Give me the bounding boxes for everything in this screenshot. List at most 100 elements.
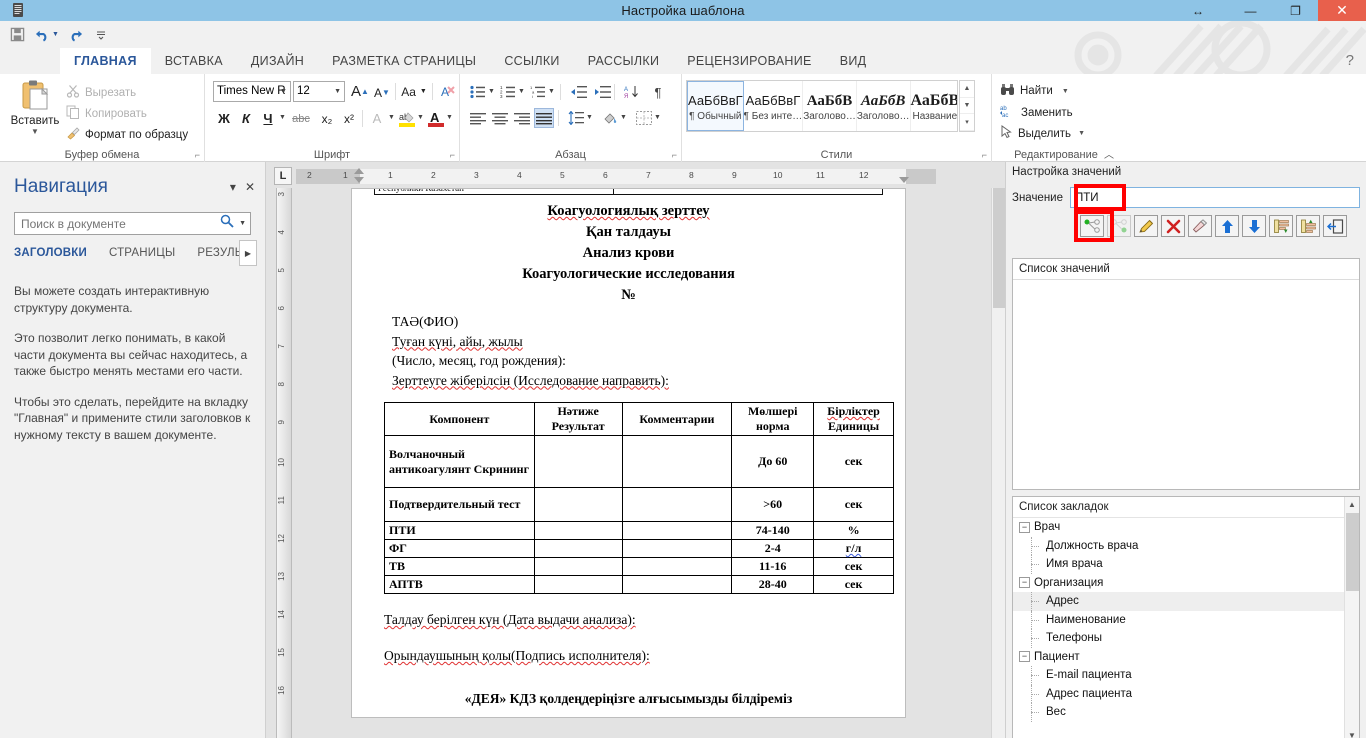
numbered-list-button[interactable]: 1 2 3	[498, 82, 518, 102]
subscript-button[interactable]: x₂	[317, 108, 337, 129]
cell-unit[interactable]: %	[813, 521, 894, 540]
tab-stop-selector[interactable]: L	[274, 167, 292, 185]
add-value-button[interactable]	[1080, 215, 1104, 237]
highlight-dropdown-icon[interactable]: ▼	[417, 114, 424, 121]
exit-button[interactable]	[1323, 215, 1347, 237]
cell-comment[interactable]	[621, 487, 733, 522]
line-spacing-button[interactable]	[566, 108, 586, 128]
styles-gallery[interactable]: АаБбВвГ ¶ Обычный АаБбВвГ ¶ Без инте… Аа…	[686, 80, 958, 132]
numbered-list-dropdown-icon[interactable]: ▼	[518, 88, 525, 95]
text-effects-dropdown-icon[interactable]: ▼	[388, 114, 395, 121]
resize-window-button[interactable]: ↔	[1168, 0, 1228, 21]
tab-dizayn[interactable]: ДИЗАЙН	[237, 48, 318, 74]
bookmark-row[interactable]: Наименование	[1013, 610, 1359, 630]
document-page[interactable]: Республики Казахстан Коагуологиялық зерт…	[351, 188, 906, 718]
scroll-down-icon[interactable]: ▼	[1345, 728, 1359, 738]
style-card[interactable]: АаБбВ Заголово…	[857, 81, 911, 131]
increase-indent-button[interactable]	[592, 82, 612, 102]
collapse-ribbon-icon[interactable]: ︿	[1104, 146, 1114, 161]
change-case-button[interactable]: Aa ▼	[401, 81, 427, 102]
cell-comment[interactable]	[621, 575, 733, 594]
search-options-dropdown-icon[interactable]: ▼	[239, 220, 246, 227]
cell-unit[interactable]: сек	[813, 487, 894, 522]
value-input[interactable]	[1070, 187, 1360, 208]
cell-unit[interactable]: г/л	[813, 539, 894, 558]
font-size-dropdown-icon[interactable]: ▼	[334, 88, 341, 95]
bookmark-row[interactable]: Должность врача	[1013, 536, 1359, 556]
underline-dropdown-icon[interactable]: ▼	[279, 114, 286, 121]
tab-vid[interactable]: ВИД	[826, 48, 881, 74]
tab-razmetka-stranicy[interactable]: РАЗМЕТКА СТРАНИЦЫ	[318, 48, 490, 74]
first-line-indent-marker[interactable]	[354, 168, 364, 174]
save-icon[interactable]	[6, 24, 29, 46]
cell-norm[interactable]: 2-4	[731, 539, 815, 558]
tab-glavnaya[interactable]: ГЛАВНАЯ	[60, 48, 151, 74]
strikethrough-button[interactable]: abc	[289, 108, 313, 129]
cut-button[interactable]: Вырезать	[66, 84, 136, 101]
text-effects-button[interactable]: A	[368, 108, 386, 129]
find-button[interactable]: Найти ▼	[1000, 83, 1069, 99]
export-list-button[interactable]	[1296, 215, 1320, 237]
superscript-button[interactable]: x²	[339, 108, 359, 129]
copy-button[interactable]: Копировать	[66, 105, 147, 122]
nav-tab-headings[interactable]: ЗАГОЛОВКИ	[14, 247, 98, 259]
bookmark-row[interactable]: Телефоны	[1013, 629, 1359, 648]
multilevel-list-dropdown-icon[interactable]: ▼	[548, 88, 555, 95]
right-indent-marker[interactable]	[899, 177, 909, 183]
clipboard-dialog-launcher-icon[interactable]: ⌐	[195, 150, 200, 160]
tab-vstavka[interactable]: ВСТАВКА	[151, 48, 237, 74]
font-dialog-launcher-icon[interactable]: ⌐	[450, 150, 455, 160]
bookmark-row[interactable]: Вес	[1013, 703, 1359, 722]
underline-button[interactable]: Ч	[259, 108, 277, 129]
delete-value-button[interactable]	[1161, 215, 1185, 237]
cell-result[interactable]	[533, 521, 623, 540]
clear-value-button[interactable]	[1188, 215, 1212, 237]
paragraph-dialog-launcher-icon[interactable]: ⌐	[672, 150, 677, 160]
search-icon[interactable]	[220, 214, 234, 233]
replace-button[interactable]: ab ac Заменить	[1000, 104, 1073, 121]
bookmarks-box[interactable]: Список закладок − Врач Должность врача И…	[1012, 496, 1360, 738]
undo-icon[interactable]	[31, 24, 54, 46]
styles-scroll-up-icon[interactable]: ▲	[960, 81, 974, 98]
customize-qat-icon[interactable]	[89, 24, 112, 46]
bookmark-group-row[interactable]: − Организация	[1013, 574, 1359, 593]
nav-tabs-scroll-right-icon[interactable]: ▶	[239, 240, 257, 266]
move-up-button[interactable]	[1215, 215, 1239, 237]
paste-dropdown-icon[interactable]: ▼	[8, 127, 62, 136]
cell-unit[interactable]: сек	[813, 575, 894, 594]
cell-component[interactable]: ФГ	[384, 539, 535, 558]
styles-scroll-buttons[interactable]: ▲ ▼ ▾	[959, 80, 975, 132]
cell-result[interactable]	[533, 435, 623, 488]
grow-font-button[interactable]: A ▲	[351, 81, 369, 102]
vertical-ruler[interactable]: 3 4 5 6 7 8 9 10 11 12 13 14 15 16	[276, 188, 292, 738]
bookmark-group-row[interactable]: − Пациент	[1013, 648, 1359, 667]
document-vertical-scrollbar[interactable]	[991, 188, 1005, 738]
bookmark-row[interactable]: Адрес	[1013, 592, 1359, 611]
cell-result[interactable]	[533, 487, 623, 522]
borders-dropdown-icon[interactable]: ▼	[654, 114, 661, 121]
tab-rassylki[interactable]: РАССЫЛКИ	[574, 48, 674, 74]
borders-button[interactable]	[634, 108, 654, 128]
help-icon[interactable]: ?	[1346, 52, 1354, 69]
cell-component[interactable]: АПТВ	[384, 575, 535, 594]
find-dropdown-icon[interactable]: ▼	[1062, 88, 1069, 95]
style-card[interactable]: АаБбВ Заголово…	[803, 81, 857, 131]
move-down-button[interactable]	[1242, 215, 1266, 237]
cell-comment[interactable]	[621, 521, 733, 540]
font-size-combobox[interactable]: 12 ▼	[293, 81, 345, 102]
font-name-combobox[interactable]: Times New R ▼	[213, 81, 291, 102]
styles-scroll-down-icon[interactable]: ▼	[960, 98, 974, 115]
search-input-wrapper[interactable]: ▼	[14, 212, 251, 235]
hanging-indent-marker[interactable]	[354, 177, 364, 183]
cell-result[interactable]	[533, 557, 623, 576]
bookmark-row[interactable]: E-mail пациента	[1013, 666, 1359, 685]
bookmark-row[interactable]: Имя врача	[1013, 555, 1359, 574]
format-painter-button[interactable]: Формат по образцу	[66, 126, 188, 143]
font-name-dropdown-icon[interactable]: ▼	[280, 88, 287, 95]
cell-result[interactable]	[533, 575, 623, 594]
analysis-table[interactable]: Компонент Нәтиже Результат Комментарии М…	[384, 402, 894, 594]
show-marks-button[interactable]: ¶	[648, 82, 668, 102]
scrollbar-thumb[interactable]	[993, 188, 1005, 308]
collapse-toggle-icon[interactable]: −	[1019, 577, 1030, 589]
cell-component[interactable]: ПТИ	[384, 521, 535, 540]
